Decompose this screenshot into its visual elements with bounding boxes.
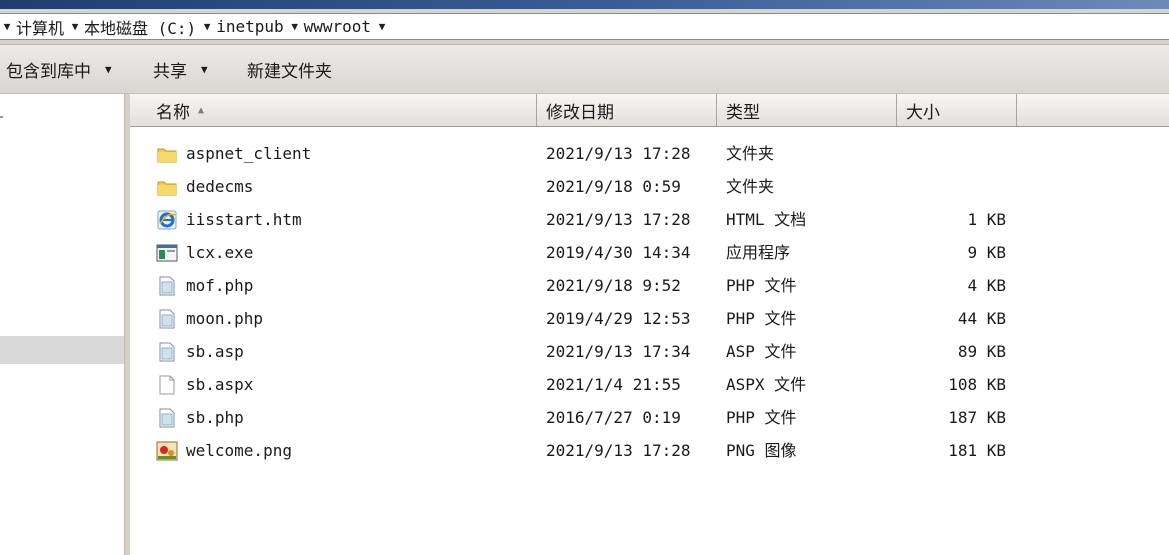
- chevron-down-icon[interactable]: ▼: [0, 20, 14, 33]
- chevron-down-icon[interactable]: ▼: [288, 20, 302, 33]
- table-row[interactable]: sb.asp 2021/9/13 17:34 ASP 文件 89 KB: [130, 335, 1169, 368]
- table-row[interactable]: welcome.png 2021/9/13 17:28 PNG 图像 181 KB: [130, 434, 1169, 467]
- chevron-down-icon: ▼: [105, 62, 112, 76]
- script-file-icon: [156, 269, 178, 302]
- file-size: 181 KB: [948, 441, 1006, 460]
- explorer-window: ▼ 计算机 ▼ 本地磁盘 (C:) ▼ inetpub ▼ wwwroot ▼ …: [0, 0, 1169, 555]
- file-name[interactable]: mof.php: [186, 269, 253, 302]
- file-type: HTML 文档: [726, 210, 807, 229]
- breadcrumb-item-wwwroot[interactable]: wwwroot: [302, 17, 375, 36]
- new-folder-label: 新建文件夹: [247, 61, 332, 82]
- table-row[interactable]: dedecms 2021/9/18 0:59 文件夹: [130, 170, 1169, 203]
- ie-html-icon: [156, 203, 178, 236]
- new-folder-button[interactable]: 新建文件夹: [247, 45, 332, 93]
- file-size: [906, 170, 1006, 203]
- file-type: PHP 文件: [726, 309, 797, 328]
- file-size: 4 KB: [967, 276, 1006, 295]
- file-size: 108 KB: [948, 375, 1006, 394]
- file-name[interactable]: moon.php: [186, 302, 263, 335]
- table-row[interactable]: moon.php 2019/4/29 12:53 PHP 文件 44 KB: [130, 302, 1169, 335]
- chevron-down-icon[interactable]: ▼: [200, 20, 214, 33]
- file-name[interactable]: sb.asp: [186, 335, 244, 368]
- include-in-library-button[interactable]: 包含到库中 ▼: [6, 45, 112, 93]
- file-modified-date: 2021/9/18 9:52: [546, 276, 681, 295]
- column-header-name[interactable]: 名称 ▲: [130, 94, 537, 126]
- column-type-label: 类型: [726, 102, 760, 123]
- file-name[interactable]: aspnet_client: [186, 137, 311, 170]
- file-type: ASPX 文件: [726, 375, 807, 394]
- file-size: 9 KB: [967, 243, 1006, 262]
- file-name[interactable]: iisstart.htm: [186, 203, 302, 236]
- table-row[interactable]: lcx.exe 2019/4/30 14:34 应用程序 9 KB: [130, 236, 1169, 269]
- file-name[interactable]: sb.aspx: [186, 368, 253, 401]
- column-header-date[interactable]: 修改日期: [537, 94, 717, 126]
- file-type: PHP 文件: [726, 276, 797, 295]
- file-type: PNG 图像: [726, 441, 797, 460]
- folder-icon: [156, 170, 178, 203]
- column-name-label: 名称: [156, 102, 190, 123]
- column-header-row: 名称 ▲ 修改日期 类型 大小: [130, 94, 1169, 127]
- file-type: 文件夹: [726, 177, 775, 196]
- file-rows: aspnet_client 2021/9/13 17:28 文件夹 dedecms 20…: [130, 137, 1169, 467]
- navigation-pane[interactable]: [0, 94, 124, 555]
- column-size-label: 大小: [906, 102, 940, 123]
- column-header-type[interactable]: 类型: [717, 94, 897, 126]
- table-row[interactable]: sb.php 2016/7/27 0:19 PHP 文件 187 KB: [130, 401, 1169, 434]
- file-modified-date: 2021/9/13 17:28: [546, 210, 691, 229]
- file-size: 44 KB: [957, 309, 1006, 328]
- file-type: 文件夹: [726, 144, 775, 163]
- file-modified-date: 2016/7/27 0:19: [546, 408, 681, 427]
- table-row[interactable]: sb.aspx 2021/1/4 21:55 ASPX 文件 108 KB: [130, 368, 1169, 401]
- file-modified-date: 2021/1/4 21:55: [546, 375, 681, 394]
- include-in-library-label: 包含到库中: [6, 61, 91, 82]
- column-date-label: 修改日期: [546, 102, 614, 123]
- chevron-down-icon: ▼: [201, 62, 208, 76]
- file-size: 1 KB: [967, 210, 1006, 229]
- nav-selected-item[interactable]: [0, 336, 124, 364]
- sort-ascending-icon: ▲: [198, 104, 205, 116]
- file-type: ASP 文件: [726, 342, 797, 361]
- script-file-icon: [156, 335, 178, 368]
- chevron-down-icon[interactable]: ▼: [68, 20, 82, 33]
- file-type: 应用程序: [726, 243, 791, 262]
- file-size: [906, 137, 1006, 170]
- column-header-size[interactable]: 大小: [897, 94, 1017, 126]
- chevron-down-icon[interactable]: ▼: [375, 20, 389, 33]
- exe-icon: [156, 236, 178, 269]
- share-button[interactable]: 共享 ▼: [153, 45, 208, 93]
- file-name[interactable]: sb.php: [186, 401, 244, 434]
- file-name[interactable]: dedecms: [186, 170, 253, 203]
- file-modified-date: 2019/4/29 12:53: [546, 309, 691, 328]
- file-list-pane: 名称 ▲ 修改日期 类型 大小 aspnet_client 2021/9/13 1…: [130, 94, 1169, 555]
- folder-icon: [156, 137, 178, 170]
- table-row[interactable]: mof.php 2021/9/18 9:52 PHP 文件 4 KB: [130, 269, 1169, 302]
- file-modified-date: 2021/9/13 17:34: [546, 342, 691, 361]
- file-modified-date: 2021/9/13 17:28: [546, 441, 691, 460]
- breadcrumb: ▼ 计算机 ▼ 本地磁盘 (C:) ▼ inetpub ▼ wwwroot ▼: [0, 13, 389, 40]
- image-file-icon: [156, 434, 178, 467]
- table-row[interactable]: iisstart.htm 2021/9/13 17:28 HTML 文档 1 KB: [130, 203, 1169, 236]
- file-modified-date: 2019/4/30 14:34: [546, 243, 691, 262]
- file-size: 187 KB: [948, 408, 1006, 427]
- breadcrumb-item-local-disk[interactable]: 本地磁盘 (C:): [82, 15, 200, 39]
- file-type: PHP 文件: [726, 408, 797, 427]
- title-bar-strip: [0, 0, 1169, 9]
- table-row[interactable]: aspnet_client 2021/9/13 17:28 文件夹: [130, 137, 1169, 170]
- command-toolbar: 包含到库中 ▼ 共享 ▼ 新建文件夹: [0, 45, 1169, 94]
- script-file-icon: [156, 401, 178, 434]
- file-name[interactable]: welcome.png: [186, 434, 292, 467]
- script-file-icon: [156, 302, 178, 335]
- file-modified-date: 2021/9/13 17:28: [546, 144, 691, 163]
- breadcrumb-item-inetpub[interactable]: inetpub: [214, 17, 287, 36]
- share-label: 共享: [153, 61, 187, 82]
- blank-file-icon: [156, 368, 178, 401]
- file-size: 89 KB: [957, 342, 1006, 361]
- breadcrumb-item-computer[interactable]: 计算机: [14, 15, 68, 39]
- nav-tree-line: [0, 116, 3, 118]
- file-name[interactable]: lcx.exe: [186, 236, 253, 269]
- file-modified-date: 2021/9/18 0:59: [546, 177, 681, 196]
- address-bar: ▼ 计算机 ▼ 本地磁盘 (C:) ▼ inetpub ▼ wwwroot ▼: [0, 9, 1169, 45]
